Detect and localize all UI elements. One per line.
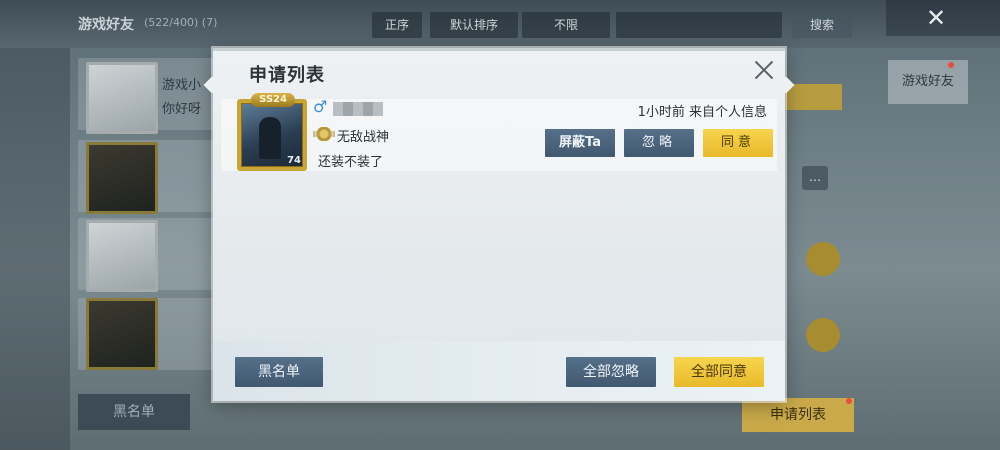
- avatar: [86, 220, 158, 292]
- message-action-button[interactable]: [786, 84, 842, 110]
- requester-rank: 无敌战神: [337, 130, 390, 145]
- block-button[interactable]: 屏蔽Ta: [545, 129, 615, 157]
- agree-all-button[interactable]: 全部同意: [674, 357, 764, 387]
- male-icon: ♂: [313, 97, 328, 116]
- requester-avatar[interactable]: SS24 74: [237, 93, 307, 171]
- friends-count: (522/400) (7): [144, 16, 218, 29]
- close-icon[interactable]: ✕: [926, 4, 946, 32]
- ignore-all-button[interactable]: 全部忽略: [566, 357, 656, 387]
- avatar: [86, 142, 158, 214]
- action-circle-icon[interactable]: [806, 318, 840, 352]
- dialog-footer: 黑名单 全部忽略 全部同意: [213, 341, 785, 401]
- season-badge: SS24: [251, 93, 295, 107]
- blacklist-button[interactable]: 黑名单: [235, 357, 323, 387]
- chat-icon[interactable]: …: [802, 166, 828, 190]
- action-circle-icon[interactable]: [806, 242, 840, 276]
- close-icon[interactable]: [751, 57, 777, 83]
- requester-name-redacted: [333, 102, 383, 116]
- sort-order-button[interactable]: 正序: [372, 12, 422, 38]
- friends-title: 游戏好友: [78, 17, 134, 33]
- notification-dot: [948, 62, 954, 68]
- ignore-button[interactable]: 忽略: [624, 129, 694, 157]
- request-row: SS24 74 ♂ 无敌战神 还装不装了 1小时前 来自个人信息 屏蔽Ta 忽略…: [221, 93, 777, 171]
- avatar: [86, 298, 158, 370]
- limit-dropdown[interactable]: 不限: [522, 12, 610, 38]
- search-button[interactable]: 搜索: [792, 12, 852, 38]
- blacklist-button[interactable]: 黑名单: [78, 394, 190, 430]
- default-sort-dropdown[interactable]: 默认排序: [430, 12, 518, 38]
- notification-dot: [846, 398, 852, 404]
- message-text: 你好呀: [162, 102, 202, 117]
- avatar: [86, 62, 158, 134]
- request-meta: 1小时前 来自个人信息: [637, 105, 767, 120]
- message-sender: 游戏小: [162, 78, 202, 93]
- apply-list-dialog: 申请列表 SS24 74 ♂ 无敌战神 还装不装了 1小时前 来自个人信息 屏蔽…: [203, 48, 795, 401]
- request-message: 还装不装了: [318, 155, 384, 170]
- avatar-level: 74: [287, 155, 301, 166]
- apply-list-button[interactable]: 申请列表: [742, 398, 854, 432]
- left-rail: [0, 48, 70, 450]
- game-friends-tab[interactable]: 游戏好友: [888, 60, 968, 104]
- search-input[interactable]: [616, 12, 782, 38]
- rank-badge-icon: [313, 127, 335, 141]
- dialog-title: 申请列表: [249, 65, 325, 86]
- avatar-figure: [259, 117, 281, 159]
- agree-button[interactable]: 同意: [703, 129, 773, 157]
